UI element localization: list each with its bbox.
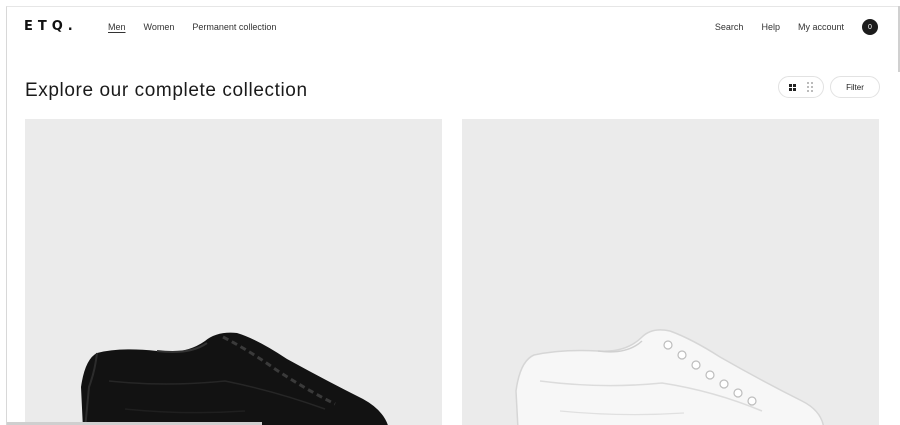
product-card-black-sneaker[interactable]: [25, 119, 442, 425]
nav-item-women[interactable]: Women: [144, 22, 175, 32]
cart-count-badge[interactable]: 0: [862, 19, 878, 35]
black-sneaker-image: [81, 332, 388, 425]
primary-nav: Men Women Permanent collection: [108, 22, 276, 32]
nav-item-men[interactable]: Men: [108, 22, 126, 32]
help-link[interactable]: Help: [761, 22, 780, 32]
site-header: ETQ. Men Women Permanent collection Sear…: [7, 7, 900, 47]
grid-large-icon[interactable]: [789, 83, 797, 91]
white-sneaker-image: [515, 329, 825, 425]
view-toggle: [778, 76, 824, 98]
browser-viewport: ETQ. Men Women Permanent collection Sear…: [6, 6, 900, 425]
nav-item-permanent-collection[interactable]: Permanent collection: [192, 22, 276, 32]
brand-logo[interactable]: ETQ.: [24, 19, 78, 34]
search-link[interactable]: Search: [715, 22, 744, 32]
filter-button[interactable]: Filter: [830, 76, 880, 98]
secondary-nav: Search Help My account 0: [715, 19, 878, 35]
product-card-white-sneaker[interactable]: [462, 119, 879, 425]
grid-small-icon[interactable]: [806, 82, 813, 92]
my-account-link[interactable]: My account: [798, 22, 844, 32]
page-title: Explore our complete collection: [25, 80, 308, 101]
